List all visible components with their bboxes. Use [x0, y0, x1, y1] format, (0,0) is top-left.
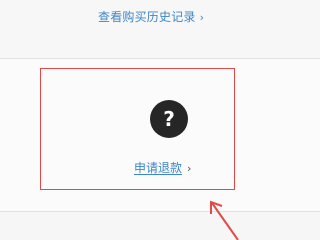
chevron-right-icon: › — [199, 11, 205, 24]
view-purchase-history-link[interactable]: 查看购买历史记录 › — [98, 9, 204, 26]
bottom-section — [0, 212, 320, 240]
chevron-right-icon: › — [187, 162, 192, 175]
question-mark-icon[interactable]: ? — [150, 100, 188, 138]
refund-link-label: 申请退款 — [134, 161, 183, 175]
request-refund-link[interactable]: 申请退款 › — [134, 160, 191, 177]
history-link-label: 查看购买历史记录 — [98, 10, 196, 24]
